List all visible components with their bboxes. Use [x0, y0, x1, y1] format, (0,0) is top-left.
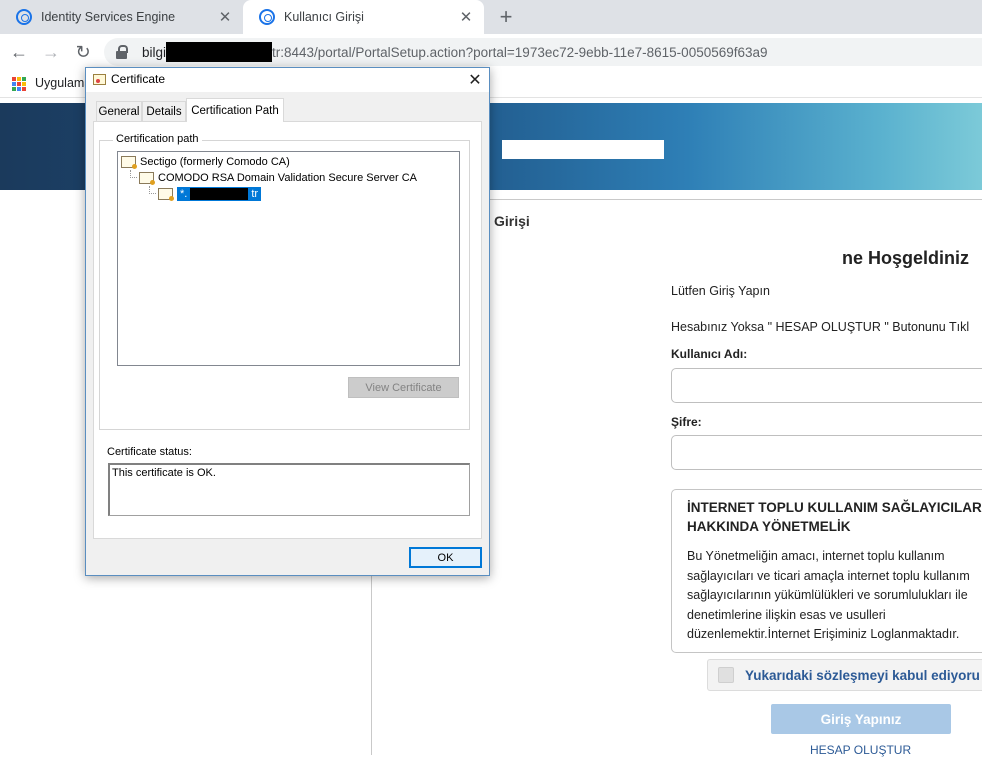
redacted-banner-title — [502, 140, 664, 159]
apps-grid-dot — [12, 82, 16, 86]
redacted-block — [166, 42, 273, 62]
apps-grid-dot — [17, 87, 21, 91]
agree-row[interactable]: Yukarıdaki sözleşmeyi kabul ediyoru — [707, 659, 982, 691]
dialog-body: General Details Certification Path Certi… — [86, 92, 489, 575]
apps-grid-icon[interactable] — [12, 77, 26, 91]
certificate-icon — [121, 156, 137, 169]
ise-favicon-icon — [16, 9, 32, 25]
tree-node-intermediate[interactable]: COMODO RSA Domain Validation Secure Serv… — [118, 170, 459, 186]
tree-node-label-suffix: tr — [251, 188, 259, 200]
tree-connector — [149, 186, 156, 194]
selected-certificate[interactable]: *. tr — [177, 187, 262, 201]
url-host-prefix: bilgi — [142, 44, 167, 60]
username-field[interactable] — [671, 368, 982, 403]
certificate-status-label: Certificate status: — [107, 446, 192, 458]
ok-button[interactable]: OK — [409, 547, 482, 568]
tab-general[interactable]: General — [96, 101, 142, 121]
apps-grid-dot — [22, 82, 26, 86]
page-section-heading: Girişi — [494, 213, 530, 229]
close-icon[interactable]: ✕ — [466, 70, 484, 90]
new-tab-button[interactable]: + — [494, 4, 518, 29]
terms-title: İNTERNET TOPLU KULLANIM SAĞLAYICILARI HA… — [687, 500, 982, 534]
agree-label[interactable]: Yukarıdaki sözleşmeyi kabul ediyoru — [745, 668, 980, 683]
forward-button[interactable]: → — [40, 40, 62, 64]
tab-identity-services-engine[interactable]: Identity Services Engine ✕ — [0, 0, 243, 34]
password-label: Şifre: — [671, 415, 702, 429]
certificate-status-box[interactable]: This certificate is OK. — [108, 463, 470, 516]
tree-node-leaf[interactable]: *. tr — [118, 186, 459, 202]
login-prompt: Lütfen Giriş Yapın — [671, 284, 770, 298]
certification-path-label: Certification path — [113, 133, 202, 145]
apps-grid-dot — [17, 82, 21, 86]
url-rest: tr:8443/portal/PortalSetup.action?portal… — [272, 44, 768, 60]
view-certificate-button[interactable]: View Certificate — [348, 377, 459, 398]
close-icon[interactable]: ✕ — [215, 7, 235, 27]
certificate-icon — [158, 188, 174, 201]
apps-grid-dot — [12, 87, 16, 91]
tab-details[interactable]: Details — [142, 101, 186, 121]
redacted-block — [190, 188, 249, 200]
tab-title: Identity Services Engine — [41, 10, 176, 24]
tab-kullanici-girisi[interactable]: Kullanıcı Girişi ✕ — [243, 0, 484, 34]
apps-grid-dot — [22, 87, 26, 91]
ise-favicon-icon — [259, 9, 275, 25]
dialog-title: Certificate — [111, 72, 166, 86]
tab-title: Kullanıcı Girişi — [284, 10, 364, 24]
certificate-icon — [139, 172, 155, 185]
apps-grid-dot — [12, 77, 16, 81]
username-label: Kullanıcı Adı: — [671, 347, 748, 361]
welcome-heading: ne Hoşgeldiniz — [842, 248, 970, 268]
tree-node-root[interactable]: Sectigo (formerly Comodo CA) — [118, 154, 459, 170]
tree-node-label: COMODO RSA Domain Validation Secure Serv… — [158, 172, 417, 184]
tree-connector — [130, 170, 137, 178]
terms-box[interactable]: İNTERNET TOPLU KULLANIM SAĞLAYICILARI HA… — [671, 489, 982, 653]
password-field[interactable] — [671, 435, 982, 470]
certificate-tree[interactable]: Sectigo (formerly Comodo CA) COMODO RSA … — [117, 151, 460, 366]
certificate-dialog: Certificate ✕ General Details Certificat… — [85, 67, 490, 576]
reload-button[interactable]: ↻ — [72, 40, 94, 64]
dialog-titlebar[interactable]: Certificate ✕ — [86, 68, 489, 92]
bookmark-apps[interactable]: Uygulama — [35, 76, 91, 90]
login-button[interactable]: Giriş Yapınız — [771, 704, 951, 734]
address-bar[interactable]: bilgi tr:8443/portal/PortalSetup.action?… — [104, 38, 982, 66]
tree-node-label-prefix: *. — [180, 188, 188, 200]
back-button[interactable]: ← — [8, 40, 30, 64]
close-icon[interactable]: ✕ — [456, 7, 476, 27]
lock-icon — [116, 45, 128, 59]
signup-hint: Hesabınız Yoksa " HESAP OLUŞTUR " Butonu… — [671, 320, 970, 334]
apps-grid-dot — [22, 77, 26, 81]
tree-node-label: Sectigo (formerly Comodo CA) — [140, 156, 290, 168]
terms-body: Bu Yönetmeliğin amacı, internet toplu ku… — [687, 549, 970, 641]
certificate-icon — [93, 74, 106, 85]
agree-checkbox[interactable] — [718, 667, 734, 683]
apps-grid-dot — [17, 77, 21, 81]
tab-certification-path[interactable]: Certification Path — [186, 98, 284, 122]
